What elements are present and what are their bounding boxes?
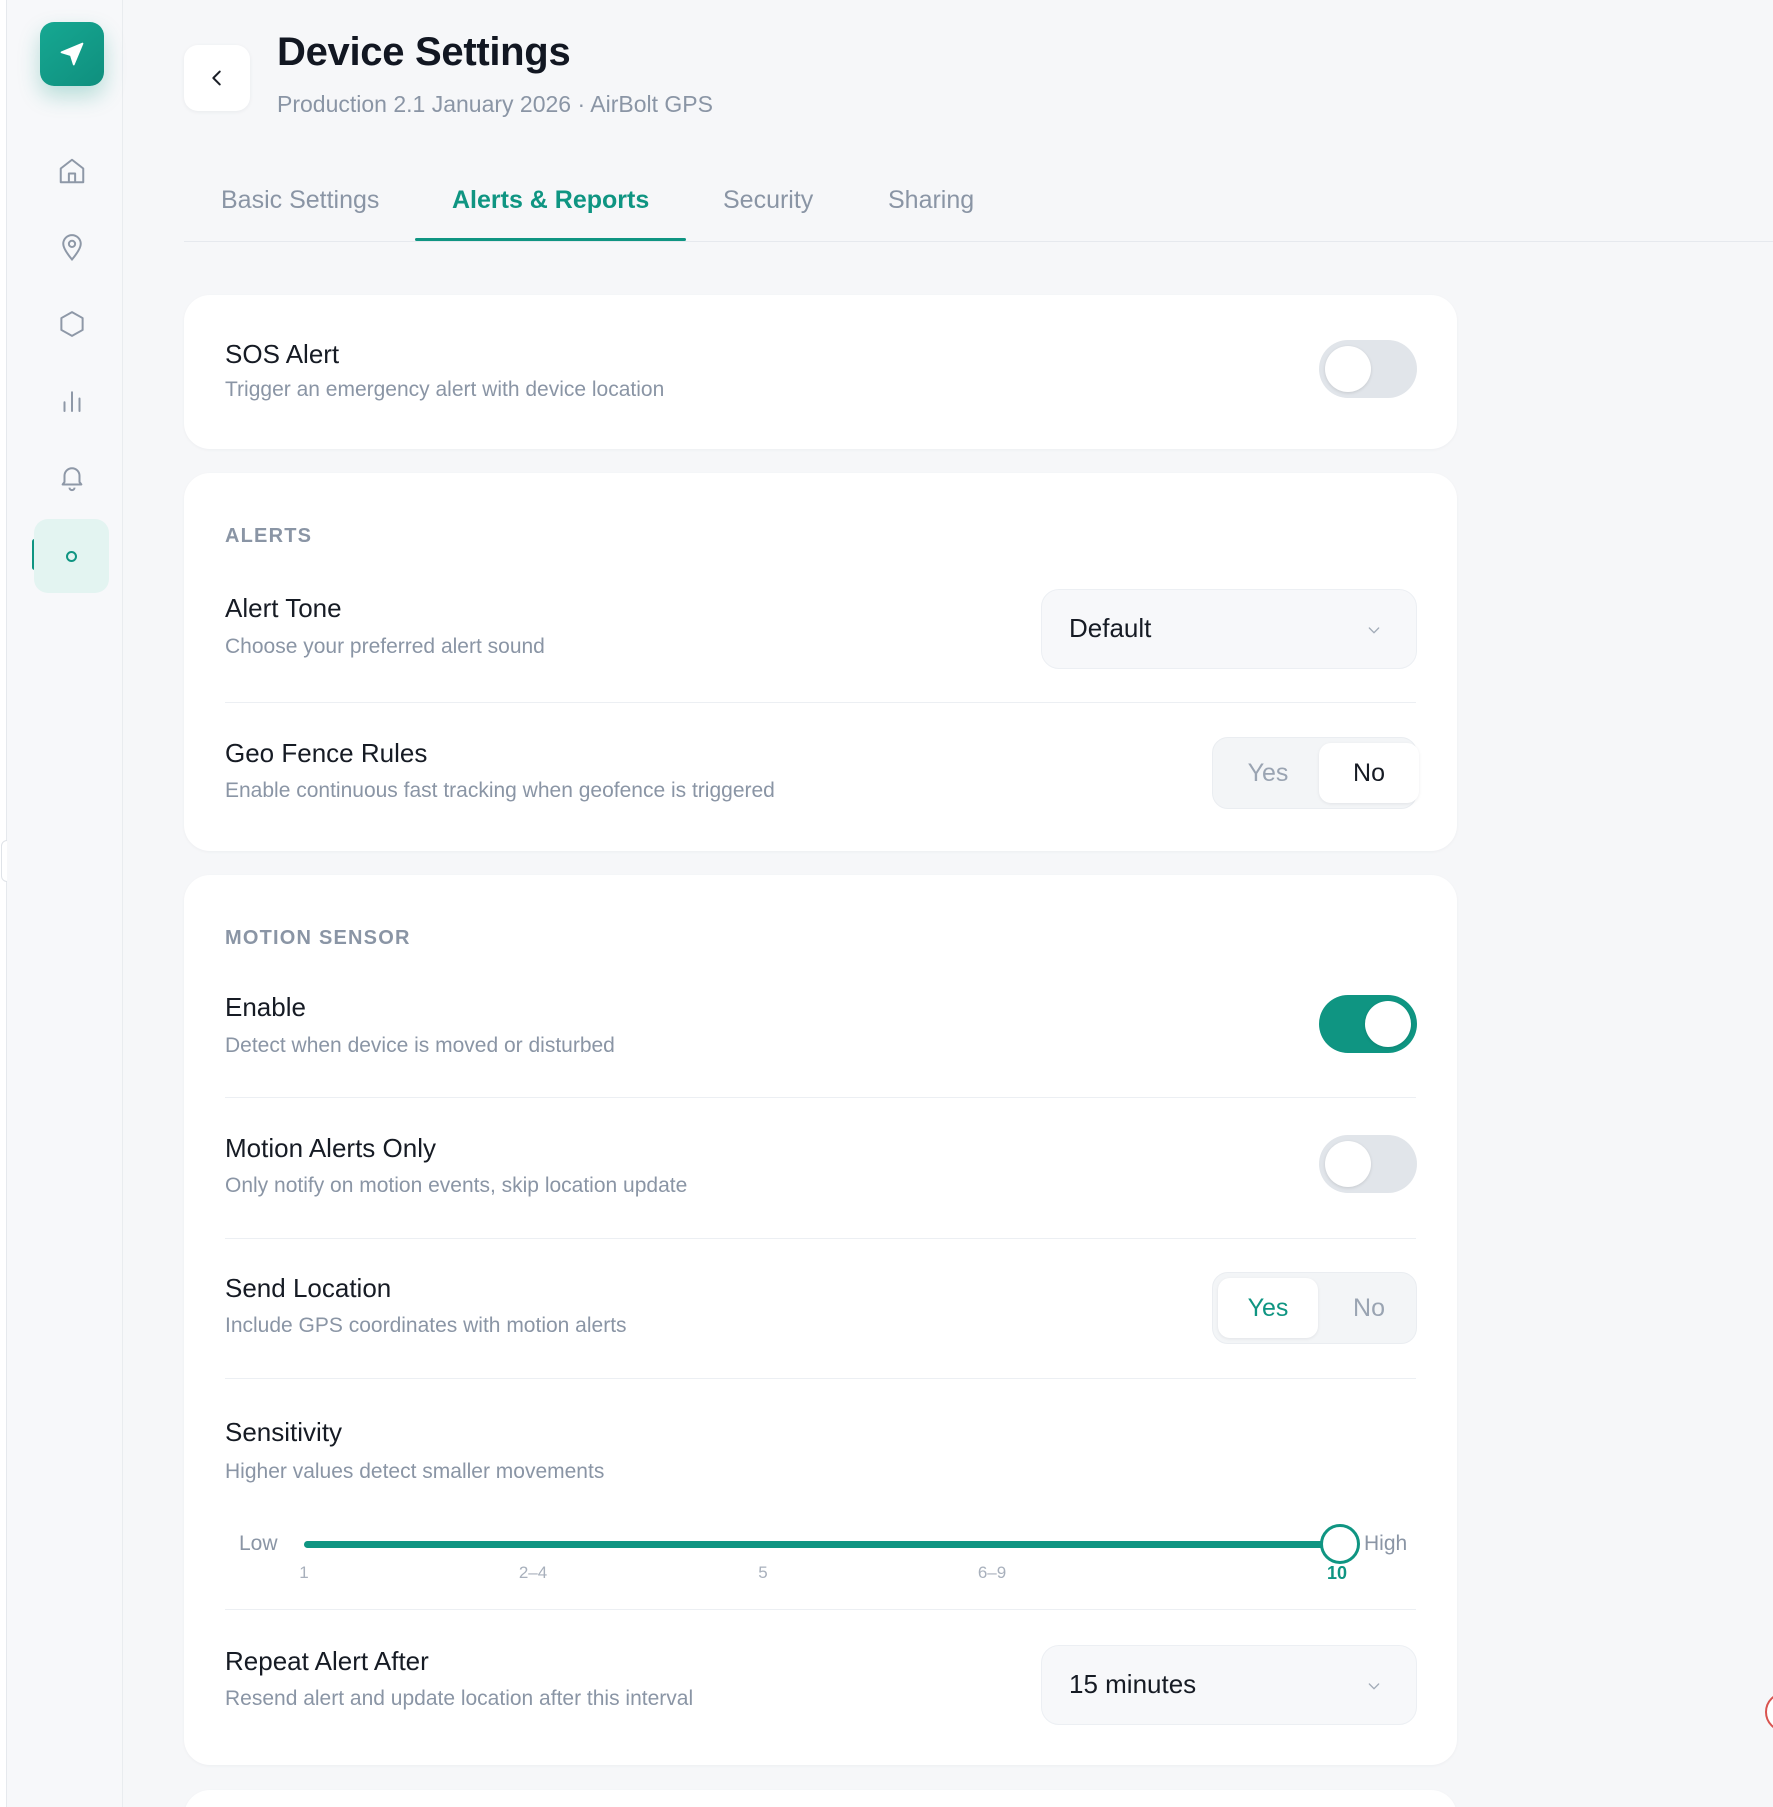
motion-enable-toggle[interactable] (1319, 995, 1417, 1053)
motion-enable-title: Enable (225, 992, 306, 1022)
tab-sharing[interactable]: Sharing (888, 186, 974, 215)
slider-low-label: Low (239, 1532, 278, 1555)
send-location-description: Include GPS coordinates with motion aler… (225, 1314, 627, 1337)
geofence-yes-option[interactable]: Yes (1218, 743, 1318, 803)
active-tab-underline (415, 238, 686, 241)
page-title: Device Settings (277, 30, 571, 74)
hexagon-icon (60, 311, 84, 337)
sidebar-item-geofence[interactable] (45, 297, 99, 351)
sidebar-item-location[interactable] (45, 220, 99, 274)
home-icon (59, 158, 85, 184)
chevron-left-icon (212, 70, 221, 86)
send-location-title: Send Location (225, 1273, 392, 1303)
motion-section-label: MOTION SENSOR (225, 927, 411, 949)
sidebar-item-home[interactable] (45, 144, 99, 198)
sensitivity-description: Higher values detect smaller movements (225, 1460, 605, 1483)
divider (225, 1378, 1416, 1379)
bar-chart-icon (63, 391, 81, 412)
next-card (184, 1790, 1457, 1807)
alert-tone-select[interactable]: Default (1041, 589, 1417, 669)
sos-title: SOS Alert (225, 339, 340, 369)
tab-alerts-reports[interactable]: Alerts & Reports (452, 186, 649, 215)
geofence-no-option[interactable]: No (1319, 743, 1419, 803)
motion-sensor-card: MOTION SENSOR Enable Detect when device … (184, 875, 1457, 1765)
alert-tone-value: Default (1069, 613, 1152, 643)
send-location-segmented-control: Yes No (1212, 1272, 1417, 1344)
slider-fill (304, 1541, 1340, 1548)
tab-security[interactable]: Security (723, 186, 813, 215)
page-edge (0, 0, 7, 1807)
motion-alerts-only-description: Only notify on motion events, skip locat… (225, 1174, 688, 1197)
sidebar-item-settings[interactable] (34, 519, 109, 593)
toggle-knob (1325, 346, 1371, 392)
send-location-no-option[interactable]: No (1319, 1278, 1419, 1338)
motion-enable-description: Detect when device is moved or disturbed (225, 1034, 615, 1057)
help-bubble[interactable] (1765, 1692, 1773, 1732)
sidebar-item-notifications[interactable] (45, 450, 99, 504)
slider-tick: 2–4 (518, 1563, 548, 1582)
slider-tick: 5 (758, 1563, 768, 1582)
settings-tabs: Basic Settings Alerts & Reports Security… (184, 172, 1773, 242)
sensitivity-slider: Low High 1 2–4 5 6–9 10 (184, 0, 1457, 1583)
alert-tone-description: Choose your preferred alert sound (225, 635, 545, 658)
alert-tone-title: Alert Tone (225, 593, 342, 623)
chevron-down-icon (1368, 627, 1380, 634)
back-button[interactable] (184, 45, 250, 111)
settings-icon (66, 550, 77, 562)
slider-tick: 6–9 (977, 1563, 1007, 1582)
slider-high-label: High (1364, 1532, 1408, 1555)
navigation-arrow-icon (60, 42, 84, 66)
slider-tick: 1 (299, 1563, 309, 1582)
slider-tick-active: 10 (1326, 1563, 1348, 1583)
repeat-alert-description: Resend alert and update location after t… (225, 1687, 694, 1710)
page-subtitle: Production 2.1 January 2026 · AirBolt GP… (277, 91, 713, 117)
toggle-knob (1365, 1001, 1411, 1047)
toggle-knob (1325, 1141, 1371, 1187)
sos-description: Trigger an emergency alert with device l… (225, 378, 665, 401)
app-logo[interactable] (40, 22, 104, 86)
send-location-yes-option[interactable]: Yes (1218, 1278, 1318, 1338)
divider (225, 1097, 1416, 1098)
divider (225, 1238, 1416, 1239)
motion-alerts-only-title: Motion Alerts Only (225, 1133, 436, 1163)
bell-icon (61, 467, 83, 492)
sos-card: SOS Alert Trigger an emergency alert wit… (184, 295, 1457, 449)
slider-thumb[interactable] (1320, 1524, 1360, 1564)
tab-basic-settings[interactable]: Basic Settings (221, 186, 379, 215)
sidebar (7, 0, 123, 1807)
repeat-alert-value: 15 minutes (1069, 1669, 1197, 1699)
divider (225, 1609, 1416, 1610)
alerts-section-label: ALERTS (225, 525, 313, 547)
geofence-description: Enable continuous fast tracking when geo… (225, 779, 775, 802)
geofence-title: Geo Fence Rules (225, 738, 428, 768)
geofence-segmented-control: Yes No (1212, 737, 1419, 809)
sensitivity-title: Sensitivity (225, 1417, 343, 1447)
motion-alerts-only-toggle[interactable] (1319, 1135, 1417, 1193)
chevron-down-icon (1368, 1683, 1380, 1690)
repeat-alert-select[interactable]: 15 minutes (1041, 1645, 1417, 1725)
map-pin-icon (62, 234, 82, 262)
slider-track[interactable] (304, 1541, 1340, 1548)
sidebar-item-reports[interactable] (45, 374, 99, 428)
sos-toggle[interactable] (1319, 340, 1417, 398)
repeat-alert-title: Repeat Alert After (225, 1646, 429, 1676)
divider (225, 702, 1416, 703)
alerts-card: ALERTS Alert Tone Choose your preferred … (184, 473, 1457, 851)
